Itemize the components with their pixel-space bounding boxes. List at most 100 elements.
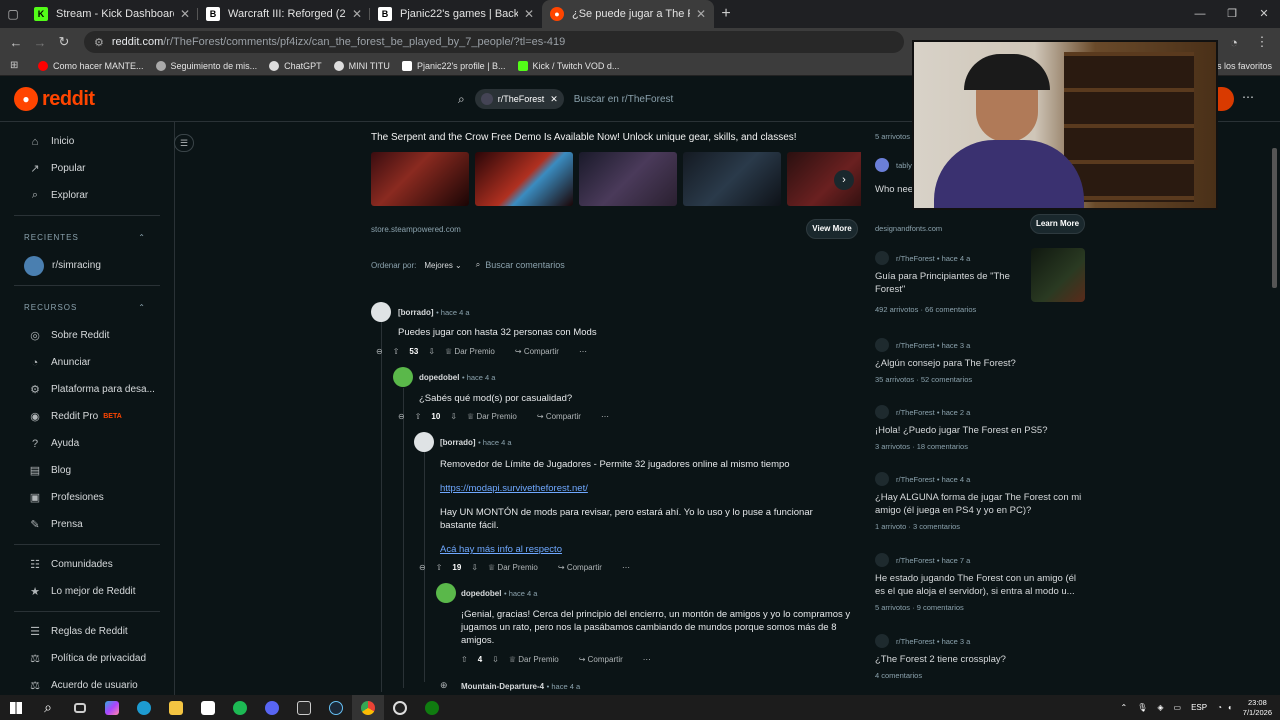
related-post[interactable]: r/TheForest • hace 4 a ¿Hay ALGUNA forma… [875,472,1085,531]
tab-warcraft[interactable]: B Warcraft III: Reforged (2020) ✕ [198,0,370,28]
related-post[interactable]: r/TheForest • hace 3 a ¿The Forest 2 tie… [875,634,1085,680]
ad-image[interactable] [475,152,573,206]
copilot-icon[interactable] [96,695,128,720]
ad-image[interactable] [683,152,781,206]
more-info-link[interactable]: Acá hay más info al respecto [440,543,562,556]
downvote-icon[interactable]: ⇩ [450,412,457,421]
apps-icon[interactable]: ⊞ [10,60,24,71]
sidebar-item-privacidad[interactable]: ⚖ Política de privacidad [0,645,174,672]
tab-reddit-forest[interactable]: ● ¿Se puede jugar a The Forest co ✕ [542,0,714,28]
url-field[interactable]: ⚙ reddit.com/r/TheForest/comments/pf4izx… [84,31,904,53]
discord-icon[interactable] [256,695,288,720]
upvote-icon[interactable]: ⇧ [393,347,400,356]
post-thumbnail[interactable] [1031,248,1085,302]
downvote-icon[interactable]: ⇩ [471,563,478,572]
share-button[interactable]: ↪ Compartir [537,412,591,421]
capcut-icon[interactable] [192,695,224,720]
collapse-icon[interactable]: ⊖ [419,563,426,572]
share-button[interactable]: ↪ Compartir [558,563,612,572]
thread-line[interactable] [381,322,382,692]
related-post[interactable]: r/TheForest • hace 2 a ¡Hola! ¿Puedo jug… [875,405,1085,451]
sidebar-item-inicio[interactable]: ⌂ Inicio [0,128,174,155]
close-window-icon[interactable]: ✕ [1248,0,1280,28]
task-view-icon[interactable] [64,695,96,720]
sidebar-item-sobre-reddit[interactable]: ◎ Sobre Reddit [0,322,174,349]
expand-icon[interactable]: ⊕ [440,680,448,691]
obs-icon[interactable] [384,695,416,720]
ad-title[interactable]: The Serpent and the Crow Free Demo Is Av… [371,132,797,143]
upvote-icon[interactable]: ⇧ [415,412,422,421]
profile-icon[interactable]: ◔ [1222,35,1246,50]
ad-source[interactable]: store.steampowered.com [371,225,461,234]
downvote-icon[interactable]: ⇩ [428,347,435,356]
bookmark-item[interactable]: Como hacer MANTE... [38,60,144,71]
close-icon[interactable]: ✕ [524,7,534,21]
mod-api-link[interactable]: https://modapi.survivetheforest.net/ [440,482,588,495]
sidebar-item-ayuda[interactable]: ? Ayuda [0,430,174,457]
site-info-icon[interactable]: ⚙ [94,36,104,49]
menu-icon[interactable]: ⋮ [1250,34,1274,50]
windows-start-icon[interactable] [0,695,32,720]
new-tab-button[interactable]: + [714,5,738,23]
related-post[interactable]: r/TheForest • hace 3 a ¿Algún consejo pa… [875,338,1085,384]
sidebar-item-lo-mejor[interactable]: ★ Lo mejor de Reddit [0,578,174,605]
close-icon[interactable]: ✕ [180,7,190,21]
close-icon[interactable]: ✕ [696,7,706,21]
ad-image[interactable] [371,152,469,206]
search-bar[interactable]: ⌕ r/TheForest ✕ Buscar en r/TheForest [458,87,858,111]
more-options-icon[interactable]: ⋯ [643,655,651,664]
tab-backloggd[interactable]: B Pjanic22's games | Backloggd ✕ [370,0,542,28]
tab-kick-dashboard[interactable]: K Stream - Kick Dashboard ✕ [26,0,198,28]
sidebar-item-prensa[interactable]: ✎ Prensa [0,511,174,538]
back-icon[interactable]: ← [4,35,28,50]
microphone-icon[interactable]: 🎙 [1137,703,1147,712]
learn-more-button[interactable]: Learn More [1030,214,1085,234]
sidebar-item-reddit-pro[interactable]: ◉ Reddit Pro BETA [0,403,174,430]
spotify-icon[interactable] [224,695,256,720]
clock[interactable]: 23:08 7/1/2026 [1243,698,1272,718]
sidebar-item-blog[interactable]: ▤ Blog [0,457,174,484]
bookmark-item[interactable]: Pjanic22's profile | B... [401,60,506,71]
sidebar-item-reglas[interactable]: ☰ Reglas de Reddit [0,618,174,645]
more-options-icon[interactable]: ⋯ [622,563,630,572]
forward-icon[interactable]: → [28,35,52,50]
edge-icon[interactable] [128,695,160,720]
steam-icon[interactable] [320,695,352,720]
reload-icon[interactable]: ↻ [52,34,76,50]
collapse-sidebar-button[interactable]: ☰ [174,134,194,152]
sidebar-item-comunidades[interactable]: ☷ Comunidades [0,551,174,578]
award-button[interactable]: ♕ Dar Premio [467,412,527,421]
sort-select[interactable]: Mejores ⌄ [424,261,461,270]
upvote-icon[interactable]: ⇧ [461,655,468,664]
upvote-icon[interactable]: ⇧ [436,563,443,572]
xbox-icon[interactable] [416,695,448,720]
search-input[interactable]: Buscar en r/TheForest [574,94,673,105]
sidebar-item-anunciar[interactable]: ◔ Anunciar [0,349,174,376]
thread-line[interactable] [403,388,404,688]
related-post[interactable]: r/TheForest • hace 7 a He estado jugando… [875,553,1085,612]
close-icon[interactable]: ✕ [352,7,362,21]
bookmark-item[interactable]: Kick / Twitch VOD d... [517,60,619,71]
recursos-header[interactable]: RECURSOS ⌃ [0,292,174,322]
downvote-icon[interactable]: ⇩ [492,655,499,664]
collapse-icon[interactable]: ⊖ [376,347,383,356]
award-button[interactable]: ♕ Dar Premio [509,655,569,664]
window-menu-icon[interactable]: ▢ [0,0,26,28]
search-icon[interactable]: ⌕ [32,695,64,720]
reddit-logo[interactable]: ● reddit [14,87,95,111]
network-icon[interactable]: ▭ [1174,703,1182,712]
view-more-button[interactable]: View More [806,219,858,239]
sidebar-item-plataforma[interactable]: ⚙ Plataforma para desa... [0,376,174,403]
more-options-icon[interactable]: ⋯ [579,347,587,356]
award-button[interactable]: ♕ Dar Premio [488,563,548,572]
bookmark-item[interactable]: Seguimiento de mis... [155,60,257,71]
sidebar-item-simracing[interactable]: r/simracing [0,252,174,279]
volume-icon[interactable]: ◐ [1228,703,1233,712]
share-button[interactable]: ↪ Compartir [579,655,633,664]
minimize-icon[interactable]: — [1184,0,1216,28]
chrome-icon[interactable] [352,695,384,720]
restore-icon[interactable]: ❐ [1216,0,1248,28]
subreddit-chip[interactable]: r/TheForest ✕ [474,89,564,109]
more-icon[interactable]: ⋯ [1242,90,1254,104]
more-options-icon[interactable]: ⋯ [601,412,609,421]
